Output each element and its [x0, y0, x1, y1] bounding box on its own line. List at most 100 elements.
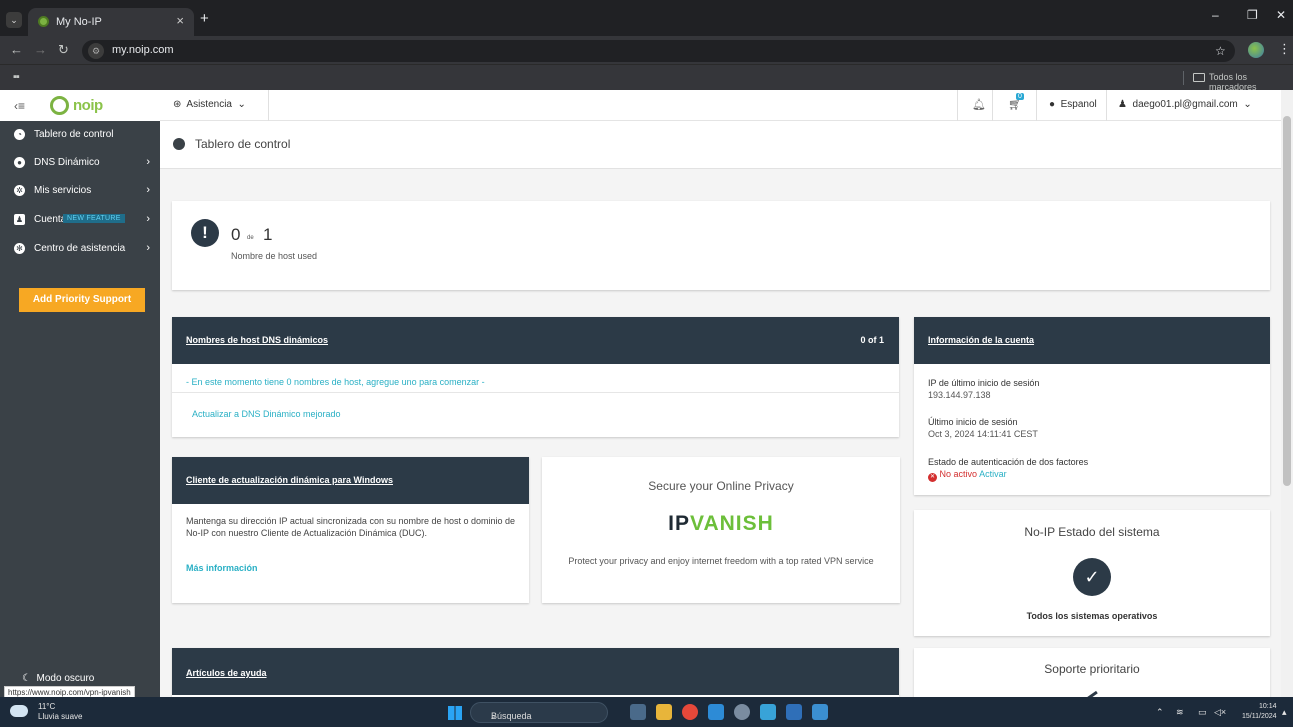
bell-icon[interactable]: 🔔︎: [972, 98, 986, 111]
address-bar[interactable]: ⚙ my.noip.com: [82, 40, 1235, 62]
logo-text: noip: [73, 97, 103, 114]
taskbar-clock[interactable]: 10:14 15/11/2024: [1242, 702, 1277, 722]
close-window-icon[interactable]: ✕: [1276, 8, 1286, 22]
top-navbar: ⊛ Asistencia ⌄ 🔔︎ 🛒︎ 0 ● Espanol ♟ daego…: [160, 90, 1281, 121]
ad-text: Protect your privacy and enjoy internet …: [568, 556, 874, 566]
profile-avatar[interactable]: [1248, 42, 1264, 58]
site-info-icon[interactable]: ⚙: [88, 43, 104, 59]
help-dropdown[interactable]: ⊛ Asistencia ⌄: [173, 99, 246, 110]
collapse-menu-icon[interactable]: ‹≡: [14, 99, 25, 113]
chrome-icon[interactable]: [682, 704, 698, 720]
empty-hostnames-link[interactable]: - En este momento tiene 0 nombres de hos…: [186, 377, 485, 387]
dns-hostnames-header: Nombres de host DNS dinámicos 0 of 1: [172, 317, 899, 364]
navbar-divider: [268, 90, 269, 121]
duc-card: Cliente de actualización dinámica para W…: [172, 457, 529, 603]
forward-icon[interactable]: →: [34, 42, 47, 57]
system-status-title: No-IP Estado del sistema: [1024, 525, 1160, 539]
page-scrollbar[interactable]: [1281, 90, 1293, 697]
sidebar-item-dashboard[interactable]: ◔ Tablero de control: [0, 123, 160, 147]
apps-grid-icon[interactable]: ▪▪: [13, 71, 20, 83]
cart-button[interactable]: 🛒︎ 0: [1008, 93, 1024, 111]
hosts-of-label: de: [247, 235, 254, 241]
restore-icon[interactable]: ❐: [1247, 8, 1258, 22]
sidebar-header: ‹≡ noip: [0, 90, 160, 121]
weather-temp: 11°C: [38, 702, 56, 711]
gear-icon: ✲: [14, 185, 25, 196]
scroll-thumb[interactable]: [1283, 116, 1291, 486]
tab-title: My No-IP: [56, 16, 102, 28]
cloud-icon[interactable]: [10, 705, 28, 717]
photos-icon[interactable]: [760, 704, 776, 720]
activate-twofa-link[interactable]: Activar: [979, 469, 1007, 479]
file-explorer-icon[interactable]: [656, 704, 672, 720]
taskbar-search[interactable]: ⌕ Búsqueda: [470, 702, 608, 723]
minimize-icon[interactable]: –: [1212, 8, 1219, 22]
account-info-header: Información de la cuenta: [914, 317, 1270, 364]
ipvanish-ad-card[interactable]: Secure your Online Privacy IPVANISH Prot…: [542, 457, 900, 603]
notification-bell-icon[interactable]: ▴: [1282, 707, 1287, 718]
new-tab-button[interactable]: +: [200, 10, 209, 27]
system-status-card: No-IP Estado del sistema ✓ Todos los sis…: [914, 510, 1270, 636]
sidebar-item-services[interactable]: ✲ Mis servicios ›: [0, 179, 160, 203]
page-title: Tablero de control: [195, 137, 291, 151]
browser-toolbar: ← → ↻ ⚙ my.noip.com ☆: [0, 36, 1293, 64]
bookmarks-bar: ▪▪ Todos los marcadores: [0, 64, 1293, 92]
browser-tab[interactable]: My No-IP ×: [28, 8, 194, 36]
navbar-divider: [1106, 90, 1107, 121]
exclamation-icon: !: [191, 219, 219, 247]
app-icon[interactable]: [786, 704, 802, 720]
hostname-usage-card: ! 0 de 1 Nombre de host used: [172, 201, 1270, 290]
dashboard-icon: [173, 138, 185, 150]
error-icon: ✕: [928, 473, 937, 482]
tray-chevron-up-icon[interactable]: ⌃: [1156, 707, 1164, 718]
all-bookmarks-link[interactable]: Todos los marcadores: [1209, 72, 1293, 92]
duc-more-info-link[interactable]: Más información: [186, 563, 258, 573]
priority-support-title: Soporte prioritario: [1044, 662, 1140, 676]
help-articles-card: Artículos de ayuda: [172, 648, 899, 697]
windows-start-icon[interactable]: [448, 706, 462, 720]
sidebar-item-dns[interactable]: ● DNS Dinámico ›: [0, 151, 160, 175]
task-view-icon[interactable]: [630, 704, 646, 720]
user-email: daego01.pl@gmail.com: [1132, 99, 1238, 110]
upgrade-dns-link[interactable]: Actualizar a DNS Dinámico mejorado: [192, 409, 341, 419]
cart-icon: 🛒︎: [1008, 99, 1022, 111]
volume-icon[interactable]: ◁×: [1214, 707, 1226, 718]
reload-icon[interactable]: ↻: [58, 42, 69, 58]
tab-search-icon[interactable]: ⌄: [6, 12, 22, 28]
dark-mode-label: Modo oscuro: [36, 673, 95, 684]
sidebar-item-account[interactable]: ♟ Cuenta NEW FEATURE ›: [0, 208, 160, 232]
taskbar-search-label: Búsqueda: [491, 711, 532, 721]
chevron-right-icon: ›: [146, 213, 150, 225]
help-articles-title[interactable]: Artículos de ayuda: [186, 668, 267, 678]
page-content: ‹≡ noip ◔ Tablero de control ● DNS Dinám…: [0, 90, 1293, 697]
display-icon[interactable]: ▭: [1198, 707, 1207, 718]
url-text: my.noip.com: [112, 44, 174, 56]
help-label: Asistencia: [186, 99, 232, 110]
chevron-down-icon: ⌄: [237, 99, 246, 110]
add-priority-support-button[interactable]: Add Priority Support: [19, 288, 145, 312]
app-icon[interactable]: [734, 704, 750, 720]
dark-mode-toggle[interactable]: ☾ Modo oscuro: [22, 673, 94, 684]
language-label: Espanol: [1060, 99, 1097, 110]
user-menu[interactable]: ♟ daego01.pl@gmail.com ⌄: [1118, 99, 1252, 110]
sidebar-item-help-center[interactable]: ✻ Centro de asistencia ›: [0, 237, 160, 261]
sidebar: ‹≡ noip ◔ Tablero de control ● DNS Dinám…: [0, 90, 160, 697]
dns-hostnames-title[interactable]: Nombres de host DNS dinámicos: [186, 335, 328, 345]
vscode-icon[interactable]: [708, 704, 724, 720]
card-divider: [172, 392, 899, 393]
store-icon[interactable]: [812, 704, 828, 720]
bookmark-star-icon[interactable]: ☆: [1215, 44, 1226, 58]
browser-tabstrip: ⌄ My No-IP × + – ❐ ✕: [0, 0, 1293, 36]
duc-title[interactable]: Cliente de actualización dinámica para W…: [186, 475, 393, 485]
network-icon[interactable]: ≋: [1176, 707, 1184, 718]
back-icon[interactable]: ←: [10, 42, 23, 57]
system-status-text: Todos los sistemas operativos: [1026, 611, 1158, 621]
account-info-title[interactable]: Información de la cuenta: [928, 335, 1034, 345]
chevron-down-icon: ⌄: [1243, 99, 1252, 110]
weather-widget[interactable]: 11°C Lluvia suave: [38, 702, 82, 722]
ipvanish-logo-ip: IP: [668, 512, 691, 535]
browser-menu-icon[interactable]: ⋮: [1278, 41, 1291, 57]
language-selector[interactable]: ● Espanol: [1049, 99, 1097, 110]
tab-close-icon[interactable]: ×: [176, 13, 184, 28]
dns-hostnames-count: 0 of 1: [860, 335, 884, 345]
